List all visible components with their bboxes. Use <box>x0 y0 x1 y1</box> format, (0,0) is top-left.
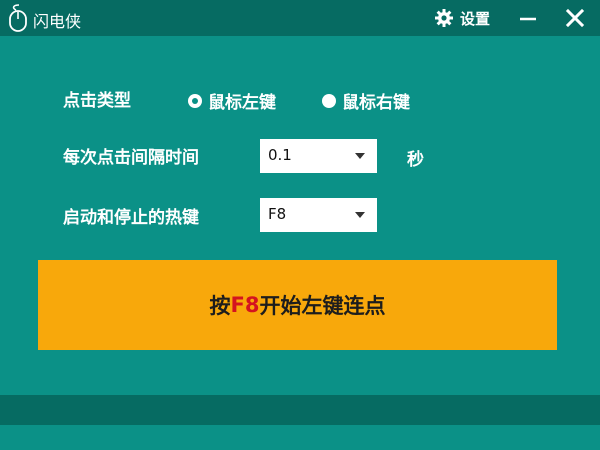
app-window: 闪电侠 设置 点击类型 鼠标左键 鼠标右键 每次点击间隔时间 0.1 秒 启动和… <box>0 0 600 450</box>
gear-icon <box>435 9 453 27</box>
hotkey-select[interactable]: F8 <box>260 198 377 232</box>
start-clicking-button[interactable]: 按 F8 开始左键连点 <box>38 260 557 350</box>
radio-unchecked-icon <box>322 93 336 108</box>
start-button-prefix: 按 <box>209 294 231 318</box>
mouse-icon <box>9 4 27 32</box>
footer-bar <box>0 395 600 425</box>
radio-left-button[interactable]: 鼠标左键 <box>188 88 276 113</box>
click-type-label: 点击类型 <box>63 91 131 111</box>
start-button-suffix: 开始左键连点 <box>259 294 386 318</box>
close-button[interactable] <box>563 6 587 30</box>
title-bar: 闪电侠 设置 <box>0 0 600 36</box>
radio-left-label: 鼠标左键 <box>208 93 276 113</box>
hotkey-label: 启动和停止的热键 <box>63 208 199 228</box>
close-icon <box>565 8 585 28</box>
radio-right-button[interactable]: 鼠标右键 <box>322 88 410 113</box>
interval-unit: 秒 <box>407 150 424 170</box>
radio-checked-icon <box>188 93 202 108</box>
chevron-down-icon <box>355 153 365 159</box>
settings-label: 设置 <box>460 9 491 28</box>
window-title: 闪电侠 <box>33 12 82 31</box>
radio-right-label: 鼠标右键 <box>342 93 410 113</box>
start-button-key: F8 <box>230 293 260 317</box>
settings-button[interactable]: 设置 <box>434 6 490 30</box>
interval-select[interactable]: 0.1 <box>260 139 377 173</box>
interval-label: 每次点击间隔时间 <box>63 148 199 168</box>
chevron-down-icon <box>355 212 365 218</box>
minimize-button[interactable] <box>516 6 540 30</box>
interval-value: 0.1 <box>268 146 292 164</box>
hotkey-value: F8 <box>268 205 287 223</box>
